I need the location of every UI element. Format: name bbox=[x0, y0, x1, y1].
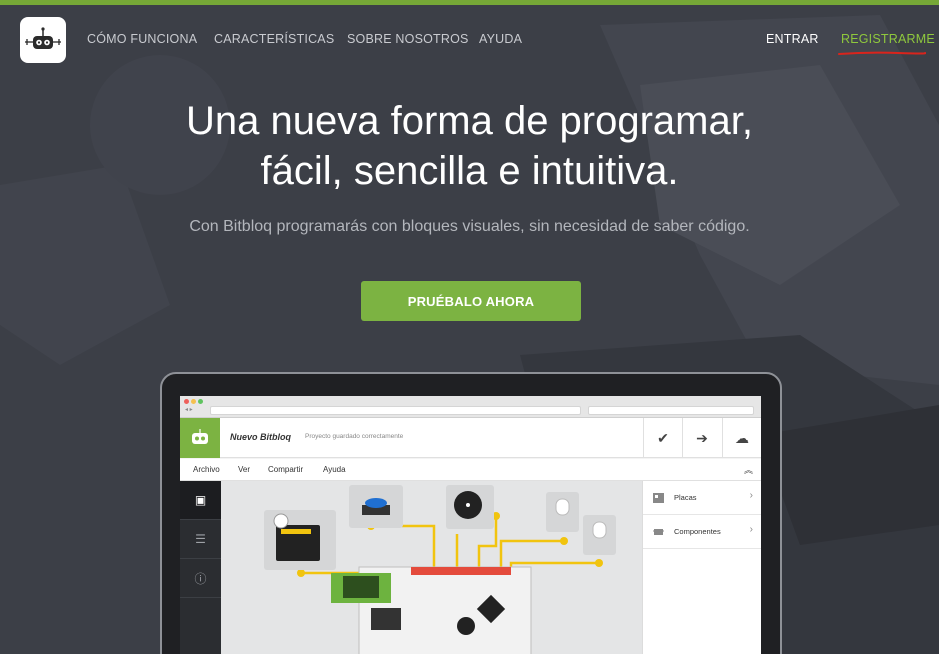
hero-title: Una nueva forma de programar, fácil, sen… bbox=[0, 96, 939, 196]
panel-item-placas: Placas › bbox=[643, 481, 761, 515]
components-icon bbox=[653, 529, 664, 535]
chevron-up-icon: ︽ bbox=[743, 465, 753, 475]
register-link[interactable]: REGISTRARME bbox=[841, 32, 935, 46]
app-logo bbox=[180, 418, 220, 458]
led-component-1 bbox=[546, 492, 579, 532]
browser-chrome: ◂ ▸ bbox=[180, 396, 761, 418]
url-bar bbox=[210, 406, 581, 415]
panel-item-componentes: Componentes › bbox=[643, 515, 761, 549]
hero-title-line-2: fácil, sencilla e intuitiva. bbox=[260, 149, 679, 193]
browser-nav-arrows-icon: ◂ ▸ bbox=[185, 407, 193, 413]
panel-label-placas: Placas bbox=[674, 493, 697, 502]
cloud-button: ☁ bbox=[722, 418, 761, 458]
cloud-icon: ☁ bbox=[735, 429, 749, 446]
list-icon: ☰ bbox=[195, 532, 206, 546]
register-annotation-underline bbox=[838, 51, 926, 55]
app-header: Nuevo Bitbloq Proyecto guardado correcta… bbox=[180, 418, 761, 458]
zum-board bbox=[331, 566, 532, 654]
side-tab-info: ⓘ bbox=[180, 559, 221, 598]
menu-compartir: Compartir bbox=[268, 465, 304, 474]
project-status: Proyecto guardado correctamente bbox=[305, 433, 404, 440]
chevron-right-icon: › bbox=[749, 524, 753, 535]
browser-search-bar bbox=[588, 406, 754, 415]
project-name: Nuevo Bitbloq bbox=[230, 432, 291, 442]
app-preview-screen: ◂ ▸ Nuevo Bitbloq Proyecto guardado corr… bbox=[180, 396, 761, 654]
panel-label-componentes: Componentes bbox=[674, 527, 721, 536]
verify-button: ✔ bbox=[643, 418, 682, 458]
window-close-dot bbox=[184, 399, 189, 404]
chevron-right-icon: › bbox=[749, 490, 753, 501]
nav-link-sobre-nosotros[interactable]: SOBRE NOSOTROS bbox=[347, 32, 469, 46]
upload-button: ➔ bbox=[682, 418, 721, 458]
buzzer-component bbox=[446, 485, 494, 529]
check-icon: ✔ bbox=[657, 429, 669, 446]
side-tab-hardware: ▣ bbox=[180, 481, 221, 520]
servo-component bbox=[264, 510, 336, 570]
led-component-2 bbox=[583, 515, 616, 555]
menu-archivo: Archivo bbox=[193, 465, 220, 474]
hero-title-line-1: Una nueva forma de programar, bbox=[186, 99, 753, 143]
main-nav: CÓMO FUNCIONA CARACTERÍSTICAS SOBRE NOSO… bbox=[0, 5, 939, 75]
app-menubar: Archivo Ver Compartir Ayuda ︽ bbox=[180, 459, 761, 481]
app-side-tabs: ▣ ☰ ⓘ bbox=[180, 481, 221, 654]
hero-subtitle: Con Bitbloq programarás con bloques visu… bbox=[189, 218, 750, 235]
components-panel: Placas › Componentes › bbox=[642, 481, 761, 654]
arrow-right-icon: ➔ bbox=[696, 429, 708, 446]
login-link[interactable]: ENTRAR bbox=[766, 32, 819, 46]
hardware-canvas bbox=[221, 481, 642, 654]
try-now-button[interactable]: PRUÉBALO AHORA bbox=[361, 281, 581, 321]
button-component bbox=[349, 485, 403, 528]
menu-ver: Ver bbox=[238, 465, 251, 474]
hardware-diagram bbox=[264, 485, 616, 654]
bitbloq-logo[interactable] bbox=[20, 17, 66, 63]
window-minimize-dot bbox=[191, 399, 196, 404]
nav-link-caracteristicas[interactable]: CARACTERÍSTICAS bbox=[214, 32, 334, 46]
nav-link-ayuda[interactable]: AYUDA bbox=[479, 32, 522, 46]
app-robot-icon bbox=[192, 429, 208, 444]
bitbloq-robot-icon bbox=[25, 27, 61, 49]
menu-ayuda: Ayuda bbox=[323, 465, 346, 474]
nav-link-como-funciona[interactable]: CÓMO FUNCIONA bbox=[87, 32, 197, 46]
info-icon: ⓘ bbox=[194, 571, 207, 586]
side-tab-software: ☰ bbox=[180, 520, 221, 559]
window-maximize-dot bbox=[198, 399, 203, 404]
boards-icon bbox=[653, 493, 664, 503]
chip-icon: ▣ bbox=[194, 493, 207, 507]
